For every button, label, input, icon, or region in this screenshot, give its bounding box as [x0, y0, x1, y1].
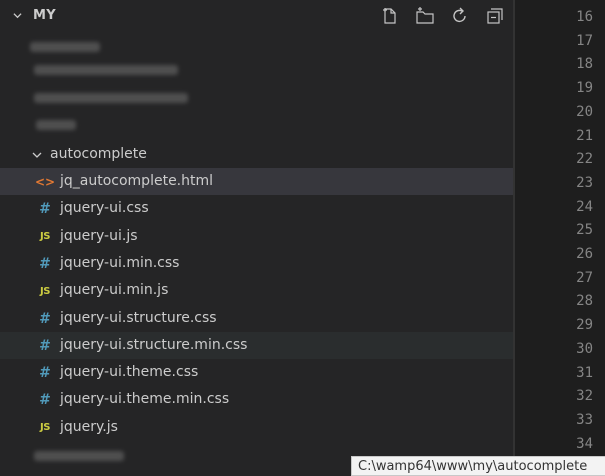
- css-file-icon: #: [39, 365, 51, 382]
- file-label: jquery-ui.structure.css: [60, 309, 217, 326]
- file-label: jquery-ui.min.js: [60, 282, 169, 299]
- css-file-icon: #: [39, 255, 51, 272]
- line-number: 24: [576, 198, 593, 215]
- js-file-icon: JS: [40, 422, 50, 434]
- css-file-icon: #: [39, 310, 51, 327]
- line-number: 23: [576, 174, 593, 191]
- section-title: MY: [33, 8, 56, 23]
- path-tooltip: C:\wamp64\www\my\autocomplete: [351, 456, 605, 476]
- file-label: jquery-ui.structure.min.css: [60, 336, 248, 353]
- editor-gutter: 16 17 18 19 20 21 22 23 24 25 26 27 28 29 30 31 32 33 34: [515, 0, 605, 469]
- line-number: 26: [576, 246, 593, 262]
- collapse-all-icon[interactable]: [485, 6, 505, 26]
- line-number: 20: [576, 103, 593, 120]
- line-number: 33: [576, 411, 593, 428]
- line-number: 17: [576, 32, 593, 49]
- line-number: 27: [576, 269, 593, 286]
- file-item[interactable]: # jquery-ui.min.css: [0, 250, 513, 277]
- folder-label: autocomplete: [50, 146, 147, 162]
- line-number: 28: [576, 293, 593, 310]
- css-file-icon: #: [39, 337, 51, 354]
- explorer-sidebar: MY autocomplete <> jq_autocomplete.html …: [0, 0, 513, 469]
- line-number: 32: [576, 388, 593, 405]
- line-number: 30: [576, 340, 593, 357]
- file-item[interactable]: # jquery-ui.theme.min.css: [0, 386, 513, 413]
- file-item[interactable]: # jquery-ui.theme.css: [0, 359, 513, 386]
- file-label: jquery-ui.min.css: [60, 254, 180, 271]
- redacted-tree-item[interactable]: [0, 85, 513, 112]
- refresh-icon[interactable]: [450, 6, 470, 26]
- explorer-section-header[interactable]: MY: [0, 0, 513, 34]
- file-item[interactable]: # jquery-ui.structure.css: [0, 305, 513, 332]
- file-label: jquery.js: [60, 418, 118, 435]
- html-file-icon: <>: [34, 175, 56, 189]
- css-file-icon: #: [39, 392, 51, 409]
- new-folder-icon[interactable]: [415, 6, 435, 26]
- file-label: jquery-ui.theme.min.css: [60, 391, 230, 408]
- line-number: 34: [576, 435, 593, 452]
- redacted-tree-item[interactable]: [0, 57, 513, 84]
- file-item[interactable]: JS jquery-ui.js: [0, 223, 513, 250]
- line-number: 19: [576, 80, 593, 97]
- file-item[interactable]: # jquery-ui.structure.min.css: [0, 331, 513, 359]
- line-number: 29: [576, 317, 593, 334]
- folder-autocomplete[interactable]: autocomplete: [0, 141, 513, 168]
- new-file-icon[interactable]: [380, 6, 400, 26]
- line-number: 22: [576, 151, 593, 168]
- line-number: 16: [576, 9, 593, 25]
- line-number: 25: [576, 222, 593, 239]
- js-file-icon: JS: [40, 231, 50, 243]
- chevron-down-icon: [13, 13, 22, 19]
- js-file-icon: JS: [40, 285, 50, 297]
- file-label: jquery-ui.css: [60, 200, 149, 217]
- redacted-tree-item[interactable]: [0, 112, 513, 139]
- file-item[interactable]: JS jquery-ui.min.js: [0, 277, 513, 304]
- chevron-down-icon: [32, 152, 42, 158]
- line-number: 18: [576, 56, 593, 73]
- file-label: jquery-ui.theme.css: [60, 364, 199, 381]
- css-file-icon: #: [39, 201, 51, 218]
- file-item[interactable]: # jquery-ui.css: [0, 195, 513, 222]
- line-number: 31: [576, 364, 593, 381]
- file-item[interactable]: <> jq_autocomplete.html: [0, 168, 513, 195]
- file-label: jq_autocomplete.html: [60, 173, 214, 189]
- file-label: jquery-ui.js: [60, 227, 138, 244]
- line-number: 21: [576, 127, 593, 144]
- file-item[interactable]: JS jquery.js: [0, 414, 513, 441]
